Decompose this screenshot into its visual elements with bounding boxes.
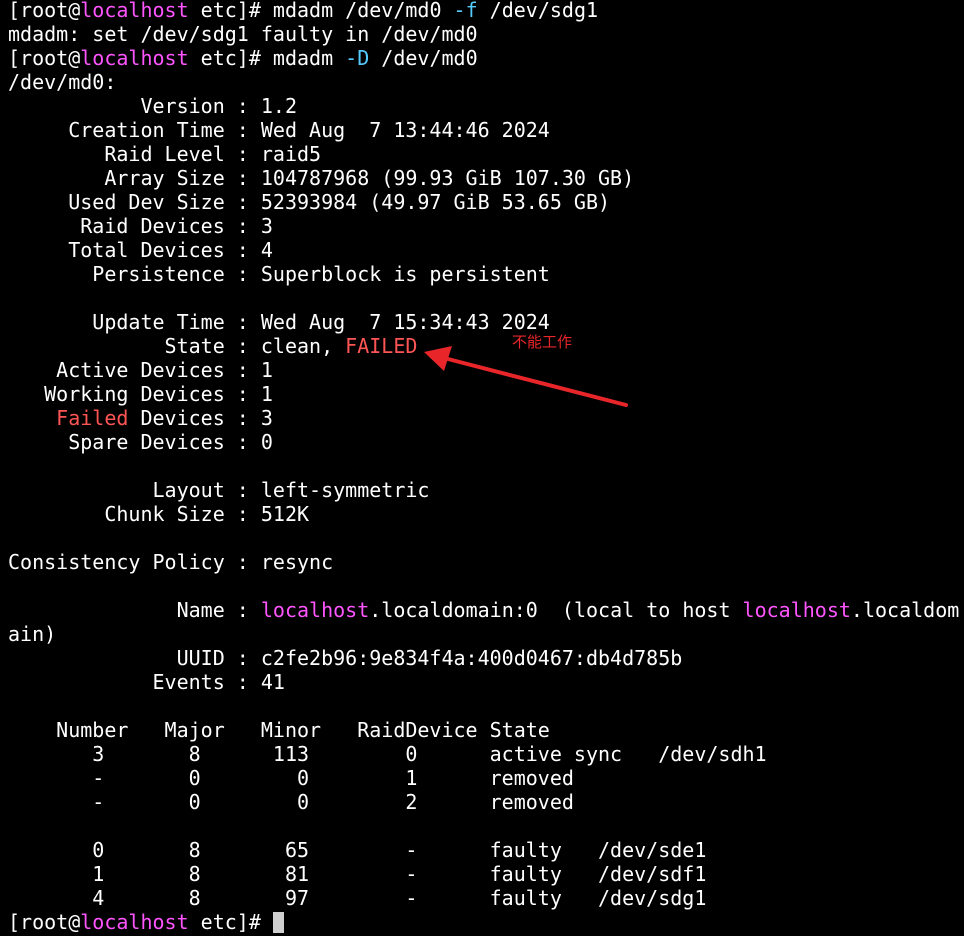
text-hostname: localhost <box>80 46 189 70</box>
terminal-line: 0 8 65 - faulty /dev/sde1 <box>8 838 959 862</box>
text-segment: Events : 41 <box>8 670 285 694</box>
terminal-line: Number Major Minor RaidDevice State <box>8 718 959 742</box>
text-flag: -f <box>453 0 478 22</box>
text-segment: Active Devices : 1 <box>8 358 273 382</box>
terminal-line: Consistency Policy : resync <box>8 550 959 574</box>
text-segment: Raid Level : raid5 <box>8 142 322 166</box>
text-segment: Used Dev Size : 52393984 (49.97 GiB 53.6… <box>8 190 611 214</box>
text-segment: etc]# mdadm <box>188 46 346 70</box>
terminal-line: [root@localhost etc]# mdadm /dev/md0 -f … <box>8 0 959 22</box>
text-segment: 0 8 65 - faulty /dev/sde1 <box>8 838 707 862</box>
text-segment: /dev/md0: <box>8 70 117 94</box>
text-segment: Name : <box>8 598 261 622</box>
text-segment: mdadm: set /dev/sdg1 faulty in /dev/md0 <box>8 22 478 46</box>
terminal-line: Persistence : Superblock is persistent <box>8 262 959 286</box>
text-segment: Persistence : Superblock is persistent <box>8 262 550 286</box>
text-segment: Version : 1.2 <box>8 94 297 118</box>
text-segment: Number Major Minor RaidDevice State <box>8 718 550 742</box>
text-segment: Array Size : 104787968 (99.93 GiB 107.30… <box>8 166 635 190</box>
terminal-line: Array Size : 104787968 (99.93 GiB 107.30… <box>8 166 959 190</box>
terminal-line: Raid Devices : 3 <box>8 214 959 238</box>
terminal-line: Working Devices : 1 <box>8 382 959 406</box>
text-segment: Raid Devices : 3 <box>8 214 273 238</box>
terminal-window[interactable]: [root@localhost etc]# mdadm /dev/md0 -f … <box>0 0 964 936</box>
terminal-line: 4 8 97 - faulty /dev/sdg1 <box>8 886 959 910</box>
text-segment: /dev/md0 <box>369 46 478 70</box>
text-failed: FAILED <box>345 334 418 358</box>
terminal-line: Spare Devices : 0 <box>8 430 959 454</box>
text-segment: [root@ <box>8 46 81 70</box>
text-segment: Chunk Size : 512K <box>8 502 310 526</box>
text-failed: Failed <box>56 406 129 430</box>
text-segment: Layout : left-symmetric <box>8 478 430 502</box>
text-segment: Total Devices : 4 <box>8 238 273 262</box>
text-segment: ain) <box>8 622 57 646</box>
text-segment: [root@ <box>8 910 81 934</box>
text-segment: Creation Time : Wed Aug 7 13:44:46 2024 <box>8 118 550 142</box>
terminal-line: Used Dev Size : 52393984 (49.97 GiB 53.6… <box>8 190 959 214</box>
terminal-output: [root@localhost etc]# mdadm /dev/md0 -f … <box>8 0 959 934</box>
terminal-line: Active Devices : 1 <box>8 358 959 382</box>
terminal-line: Chunk Size : 512K <box>8 502 959 526</box>
text-flag: -D <box>345 46 370 70</box>
text-segment: [root@ <box>8 0 81 22</box>
text-segment: 1 8 81 - faulty /dev/sdf1 <box>8 862 707 886</box>
terminal-line: - 0 0 2 removed <box>8 790 959 814</box>
annotation-note: 不能工作 <box>512 333 573 351</box>
text-segment: .localdomain:0 (local to host <box>369 598 743 622</box>
text-hostname: localhost <box>80 0 189 22</box>
terminal-line: Total Devices : 4 <box>8 238 959 262</box>
text-segment: Devices : 3 <box>128 406 273 430</box>
terminal-line: UUID : c2fe2b96:9e834f4a:400d0467:db4d78… <box>8 646 959 670</box>
terminal-line: 1 8 81 - faulty /dev/sdf1 <box>8 862 959 886</box>
text-segment: - 0 0 1 removed <box>8 766 574 790</box>
terminal-line: Update Time : Wed Aug 7 15:34:43 2024 <box>8 310 959 334</box>
text-segment: UUID : c2fe2b96:9e834f4a:400d0467:db4d78… <box>8 646 683 670</box>
text-segment: Spare Devices : 0 <box>8 430 273 454</box>
terminal-line: - 0 0 1 removed <box>8 766 959 790</box>
text-segment: Update Time : Wed Aug 7 15:34:43 2024 <box>8 310 550 334</box>
terminal-line: [root@localhost etc]# mdadm -D /dev/md0 <box>8 46 959 70</box>
text-hostname: localhost <box>80 910 189 934</box>
text-segment: Consistency Policy : resync <box>8 550 334 574</box>
text-hostname: localhost <box>742 598 851 622</box>
text-segment: etc]# <box>188 910 273 934</box>
terminal-line: Version : 1.2 <box>8 94 959 118</box>
terminal-line: [root@localhost etc]# <box>8 910 959 934</box>
terminal-line: ain) <box>8 622 959 646</box>
terminal-line: 3 8 113 0 active sync /dev/sdh1 <box>8 742 959 766</box>
text-segment: Working Devices : 1 <box>8 382 273 406</box>
text-segment: 3 8 113 0 active sync /dev/sdh1 <box>8 742 767 766</box>
text-hostname: localhost <box>260 598 370 622</box>
terminal-line: Name : localhost.localdomain:0 (local to… <box>8 598 960 622</box>
text-segment: .localdom <box>850 598 960 622</box>
text-segment <box>8 406 56 430</box>
terminal-line: Raid Level : raid5 <box>8 142 959 166</box>
cursor-block[interactable] <box>272 912 284 933</box>
terminal-line: Events : 41 <box>8 670 959 694</box>
terminal-line: /dev/md0: <box>8 70 959 94</box>
terminal-line: State : clean, FAILED <box>8 334 959 358</box>
terminal-line: Failed Devices : 3 <box>8 406 959 430</box>
text-segment: /dev/sdg1 <box>477 0 599 22</box>
terminal-line: mdadm: set /dev/sdg1 faulty in /dev/md0 <box>8 22 959 46</box>
terminal-line: Creation Time : Wed Aug 7 13:44:46 2024 <box>8 118 959 142</box>
text-segment: etc]# mdadm /dev/md0 <box>188 0 454 22</box>
terminal-line: Layout : left-symmetric <box>8 478 959 502</box>
text-segment: 4 8 97 - faulty /dev/sdg1 <box>8 886 707 910</box>
text-segment: - 0 0 2 removed <box>8 790 574 814</box>
text-segment: State : clean, <box>8 334 346 358</box>
